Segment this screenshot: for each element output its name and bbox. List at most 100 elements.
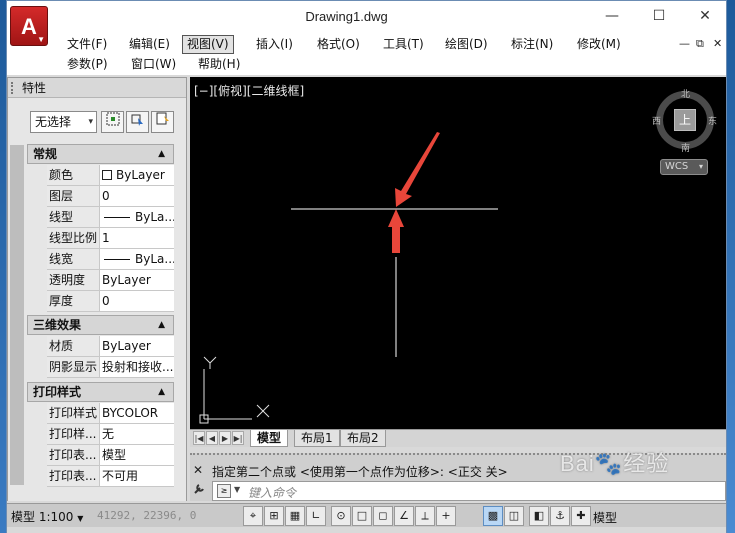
select-objects-button[interactable]	[126, 111, 149, 133]
3d-osnap-button[interactable]: ◻	[373, 506, 393, 526]
tab-first-button[interactable]: |◀	[193, 431, 205, 445]
compass-south[interactable]: 南	[681, 141, 690, 154]
command-prompt-icon[interactable]: ≥	[217, 484, 231, 498]
close-icon[interactable]: ✕	[193, 463, 203, 477]
ducs-button[interactable]: ⟂	[415, 506, 435, 526]
prop-key: 线型比例	[47, 228, 100, 249]
compass-north[interactable]: 北	[681, 87, 690, 100]
prop-value[interactable]: 0	[100, 186, 174, 207]
tab-layout1[interactable]: 布局1	[294, 430, 340, 447]
selection-value: 无选择	[35, 115, 72, 129]
wrench-icon[interactable]	[193, 483, 205, 498]
chevron-down-icon: ▾	[698, 162, 703, 171]
prop-value[interactable]: ByLayer	[100, 336, 174, 357]
menu-insert[interactable]: 插入(I)	[252, 35, 297, 54]
prop-value[interactable]: ByLayer	[100, 270, 174, 291]
doc-minimize-button[interactable]: —	[679, 37, 690, 50]
osnap-button[interactable]: □	[352, 506, 372, 526]
menu-help[interactable]: 帮助(H)	[194, 55, 244, 74]
doc-close-button[interactable]: ✕	[713, 37, 722, 50]
lineweight-button[interactable]: ▩	[483, 506, 503, 526]
cursor-coordinates[interactable]: 41292, 22396, 0	[97, 509, 196, 522]
tab-model[interactable]: 模型	[250, 430, 289, 447]
application-menu-button[interactable]: A ▼	[10, 6, 48, 46]
quick-select-button[interactable]	[151, 111, 174, 133]
command-input[interactable]: ≥ ▼ 键入命令	[212, 481, 726, 501]
drawing-canvas[interactable]: [−][俯视][二维线框] 上 北 南 东 西 WCS ▾	[190, 77, 726, 429]
prop-value[interactable]: 模型	[100, 445, 174, 466]
menu-view[interactable]: 视图(V)	[182, 35, 234, 54]
section-3d-effects[interactable]: 三维效果 ▲	[27, 315, 174, 335]
prop-value[interactable]: ByLayer	[100, 165, 174, 186]
wcs-menu[interactable]: WCS ▾	[660, 159, 708, 175]
menu-tools[interactable]: 工具(T)	[379, 35, 428, 54]
prop-value[interactable]: 1	[100, 228, 174, 249]
prop-row-plot-style[interactable]: 打印样式 BYCOLOR	[27, 403, 174, 424]
viewcube-top-face[interactable]: 上	[674, 109, 696, 131]
ortho-button[interactable]: ∟	[306, 506, 326, 526]
selection-dropdown[interactable]: 无选择 ▾	[30, 111, 97, 133]
palette-title-bar[interactable]: 特性	[8, 78, 186, 98]
menu-edit[interactable]: 编辑(E)	[125, 35, 174, 54]
tab-next-button[interactable]: ▶	[219, 431, 231, 445]
menu-format[interactable]: 格式(O)	[313, 35, 364, 54]
ucs-y-mark	[209, 356, 217, 364]
prop-row-plot-style-table[interactable]: 打印样... 无	[27, 424, 174, 445]
section-general[interactable]: 常规 ▲	[27, 144, 174, 164]
annotation-scale[interactable]: 模型 1:100 ▼	[11, 508, 83, 525]
prop-row-color[interactable]: 颜色 ByLayer	[27, 165, 174, 186]
grid-button[interactable]: ▦	[285, 506, 305, 526]
compass-west[interactable]: 西	[652, 114, 661, 127]
selection-cycling-button[interactable]: ⚓	[550, 506, 570, 526]
menu-dimension[interactable]: 标注(N)	[507, 35, 557, 54]
close-button[interactable]: ✕	[690, 5, 720, 27]
prop-row-shadow-display[interactable]: 阴影显示 投射和接收...	[27, 357, 174, 378]
watermark-brand: Bai	[560, 451, 595, 476]
annotation-monitor-button[interactable]: ✚	[571, 506, 591, 526]
polar-button[interactable]: ⊙	[331, 506, 351, 526]
prop-value[interactable]: BYCOLOR	[100, 403, 174, 424]
grip-icon[interactable]	[11, 82, 15, 94]
prop-value[interactable]: 无	[100, 424, 174, 445]
menu-modify[interactable]: 修改(M)	[573, 35, 625, 54]
prop-value-text: ByLa...	[135, 252, 174, 266]
menu-file[interactable]: 文件(F)	[63, 35, 111, 54]
chevron-down-icon[interactable]: ▼	[234, 485, 240, 494]
menu-window[interactable]: 窗口(W)	[127, 55, 180, 74]
toggle-pickadd-button[interactable]	[101, 111, 124, 133]
menu-draw[interactable]: 绘图(D)	[441, 35, 492, 54]
transparency-button[interactable]: ◫	[504, 506, 524, 526]
prop-row-thickness[interactable]: 厚度 0	[27, 291, 174, 312]
prop-value[interactable]: 投射和接收...	[100, 357, 174, 378]
tab-layout2[interactable]: 布局2	[340, 430, 386, 447]
prop-row-linetype[interactable]: 线型 ByLa...	[27, 207, 174, 228]
prop-value[interactable]: ByLa...	[100, 249, 174, 270]
menu-parametric[interactable]: 参数(P)	[63, 55, 112, 74]
snap-mode-button[interactable]: ⊞	[264, 506, 284, 526]
quick-properties-button[interactable]: ◧	[529, 506, 549, 526]
otrack-button[interactable]: ∠	[394, 506, 414, 526]
prop-key: 材质	[47, 336, 100, 357]
maximize-button[interactable]: ☐	[644, 5, 674, 27]
prop-value[interactable]: 0	[100, 291, 174, 312]
prop-row-transparency[interactable]: 透明度 ByLayer	[27, 270, 174, 291]
minimize-button[interactable]: —	[597, 5, 627, 27]
prop-value[interactable]: 不可用	[100, 466, 174, 487]
prop-row-layer[interactable]: 图层 0	[27, 186, 174, 207]
prop-row-plot-table-type[interactable]: 打印表... 不可用	[27, 466, 174, 487]
prop-row-plot-table-attached[interactable]: 打印表... 模型	[27, 445, 174, 466]
compass-east[interactable]: 东	[708, 114, 717, 127]
dyn-button[interactable]: +	[436, 506, 456, 526]
wrench-glyph	[194, 484, 204, 494]
doc-restore-button[interactable]: ⧉	[696, 37, 704, 51]
section-plot-style[interactable]: 打印样式 ▲	[27, 382, 174, 402]
prop-value[interactable]: ByLa...	[100, 207, 174, 228]
prop-row-material[interactable]: 材质 ByLayer	[27, 336, 174, 357]
prop-row-lineweight[interactable]: 线宽 ByLa...	[27, 249, 174, 270]
tab-prev-button[interactable]: ◀	[206, 431, 218, 445]
tab-last-button[interactable]: ▶|	[232, 431, 244, 445]
viewcube[interactable]: 上 北 南 东 西	[652, 85, 717, 154]
infer-constraints-button[interactable]: ⌖	[243, 506, 263, 526]
prop-row-linetype-scale[interactable]: 线型比例 1	[27, 228, 174, 249]
model-space-toggle[interactable]: 模型	[593, 509, 617, 526]
